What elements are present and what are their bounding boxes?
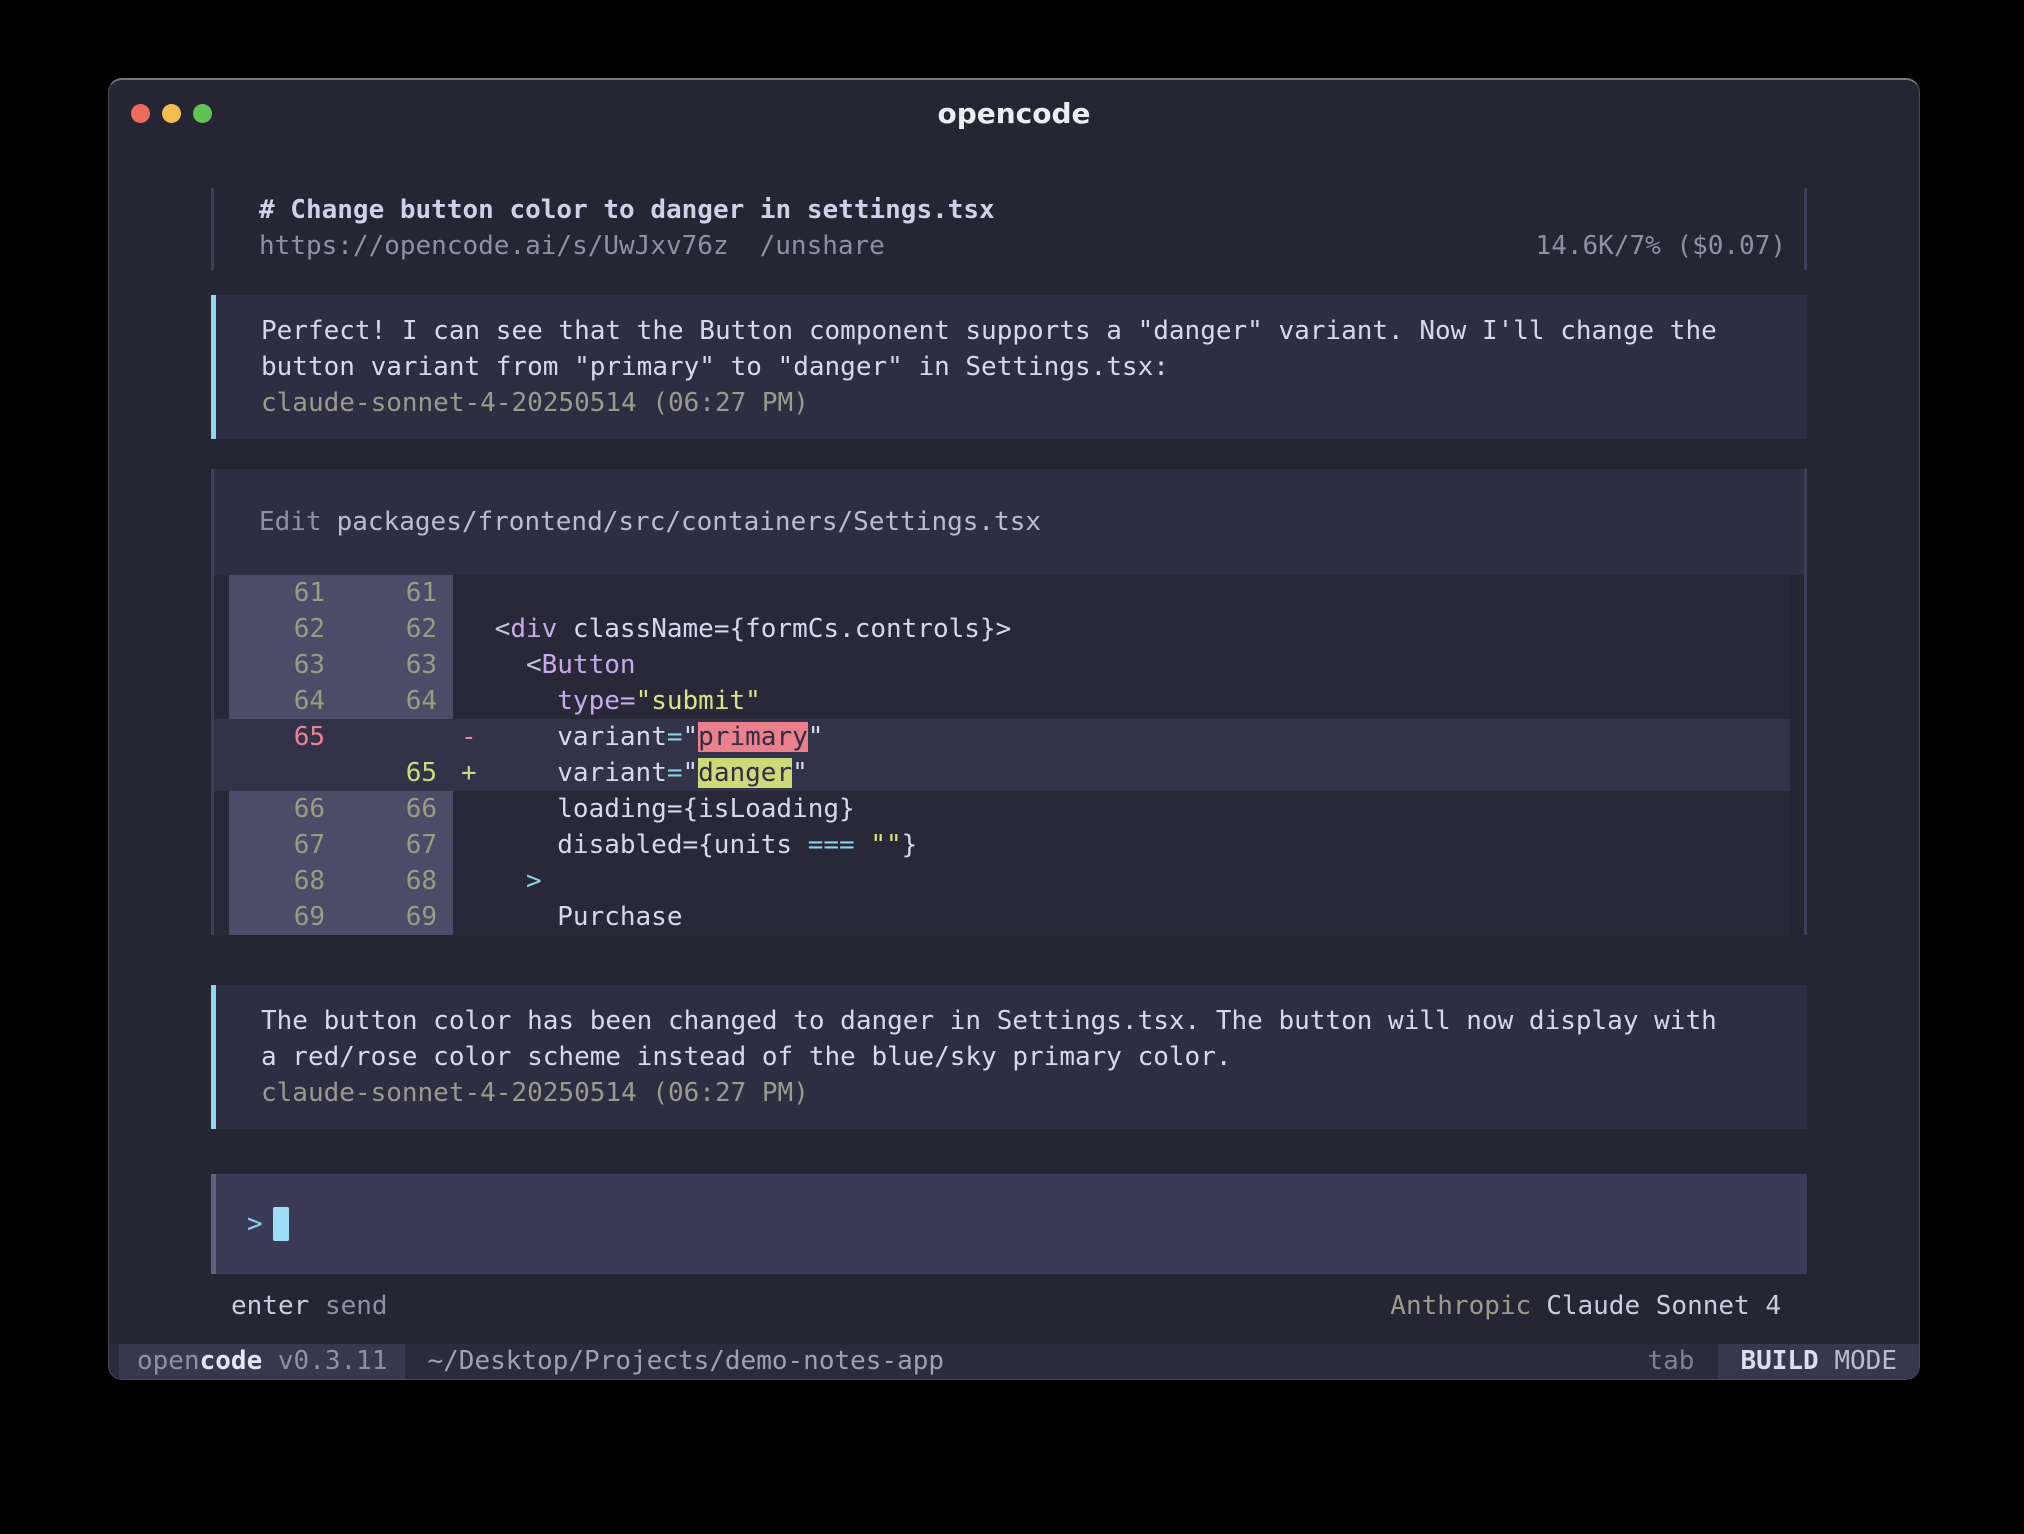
assistant-message: The button color has been changed to dan… (211, 985, 1807, 1129)
diff-marker (453, 611, 479, 647)
brand-chip: opencode v0.3.11 (119, 1344, 405, 1379)
diff-marker (453, 863, 479, 899)
window-title: opencode (937, 97, 1090, 130)
close-button[interactable] (131, 104, 150, 123)
line-number-old: 66 (229, 791, 341, 827)
diff-marker (453, 899, 479, 935)
line-number-new (341, 719, 453, 755)
zoom-button[interactable] (193, 104, 212, 123)
line-number-old: 68 (229, 863, 341, 899)
message-meta: claude-sonnet-4-20250514 (06:27 PM) (261, 1075, 1727, 1111)
line-number-old (229, 755, 341, 791)
edit-tool-header: Edit packages/frontend/src/containers/Se… (214, 469, 1804, 575)
app-window: opencode # Change button color to danger… (108, 78, 1920, 1380)
diff-row: 6363 <Button (214, 647, 1790, 683)
session-title: # Change button color to danger in setti… (259, 192, 1786, 228)
code-line: loading={isLoading} (479, 791, 1790, 827)
brand-suffix: code (200, 1344, 263, 1379)
prompt-symbol: > (247, 1206, 263, 1242)
code-line: variant="danger" (479, 755, 1790, 791)
text-cursor (273, 1207, 289, 1241)
diff-marker: + (453, 755, 479, 791)
tab-hint: tab (1647, 1344, 1694, 1379)
diff-row: 65+ variant="danger" (214, 755, 1790, 791)
titlebar: opencode (109, 80, 1919, 146)
line-number-old: 61 (229, 575, 341, 611)
line-number-old: 64 (229, 683, 341, 719)
minimize-button[interactable] (162, 104, 181, 123)
diff-marker: - (453, 719, 479, 755)
traffic-lights (131, 104, 212, 123)
mode-primary: BUILD (1740, 1344, 1818, 1379)
diff: 61616262 <div className={formCs.controls… (214, 575, 1804, 935)
line-number-old: 67 (229, 827, 341, 863)
app-version: v0.3.11 (262, 1344, 387, 1379)
line-number-old: 69 (229, 899, 341, 935)
diff-row: 6464 type="submit" (214, 683, 1790, 719)
unshare-command: /unshare (760, 228, 885, 264)
message-text: The button color has been changed to dan… (261, 1003, 1727, 1075)
line-number-new: 68 (341, 863, 453, 899)
line-number-new: 67 (341, 827, 453, 863)
status-bar: opencode v0.3.11 ~/Desktop/Projects/demo… (109, 1344, 1919, 1379)
line-number-old: 63 (229, 647, 341, 683)
line-number-new: 65 (341, 755, 453, 791)
diff-marker (453, 791, 479, 827)
brand-prefix: open (137, 1344, 200, 1379)
assistant-message: Perfect! I can see that the Button compo… (211, 295, 1807, 439)
edit-tool-card: Edit packages/frontend/src/containers/Se… (211, 469, 1807, 935)
code-line: > (479, 863, 1790, 899)
edit-action-label: Edit (259, 504, 322, 540)
line-number-new: 61 (341, 575, 453, 611)
message-meta: claude-sonnet-4-20250514 (06:27 PM) (261, 385, 1727, 421)
diff-row: 6161 (214, 575, 1790, 611)
session-header: # Change button color to danger in setti… (211, 188, 1807, 270)
code-line (479, 575, 1790, 611)
hint-enter-key: enter (231, 1288, 309, 1324)
mode-secondary: MODE (1819, 1344, 1897, 1379)
model-name: Claude Sonnet 4 (1546, 1288, 1781, 1324)
code-line: type="submit" (479, 683, 1790, 719)
line-number-old: 62 (229, 611, 341, 647)
diff-row: 6969 Purchase (214, 899, 1790, 935)
message-text: Perfect! I can see that the Button compo… (261, 313, 1727, 385)
line-number-new: 66 (341, 791, 453, 827)
diff-row: 6767 disabled={units === ""} (214, 827, 1790, 863)
diff-marker (453, 827, 479, 863)
model-provider: Anthropic (1390, 1288, 1531, 1324)
hint-send-label (309, 1288, 325, 1324)
edit-file-path: packages/frontend/src/containers/Setting… (337, 504, 1041, 540)
diff-row: 65 - variant="primary" (214, 719, 1790, 755)
cwd-path: ~/Desktop/Projects/demo-notes-app (427, 1344, 944, 1379)
hints-row: enter send Anthropic Claude Sonnet 4 (211, 1288, 1807, 1324)
code-line: disabled={units === ""} (479, 827, 1790, 863)
diff-marker (453, 575, 479, 611)
context-stats: 14.6K/7% ($0.07) (1536, 228, 1786, 264)
diff-marker (453, 683, 479, 719)
code-line: Purchase (479, 899, 1790, 935)
diff-row: 6666 loading={isLoading} (214, 791, 1790, 827)
line-number-new: 63 (341, 647, 453, 683)
line-number-new: 64 (341, 683, 453, 719)
diff-marker (453, 647, 479, 683)
code-line: variant="primary" (479, 719, 1790, 755)
line-number-old: 65 (229, 719, 341, 755)
share-url[interactable]: https://opencode.ai/s/UwJxv76z (259, 228, 729, 264)
line-number-new: 62 (341, 611, 453, 647)
prompt-input[interactable]: > (211, 1174, 1807, 1274)
code-line: <div className={formCs.controls}> (479, 611, 1790, 647)
code-line: <Button (479, 647, 1790, 683)
diff-row: 6262 <div className={formCs.controls}> (214, 611, 1790, 647)
mode-badge: BUILD MODE (1718, 1344, 1919, 1379)
line-number-new: 69 (341, 899, 453, 935)
hint-send-action: send (325, 1288, 388, 1324)
diff-row: 6868 > (214, 863, 1790, 899)
